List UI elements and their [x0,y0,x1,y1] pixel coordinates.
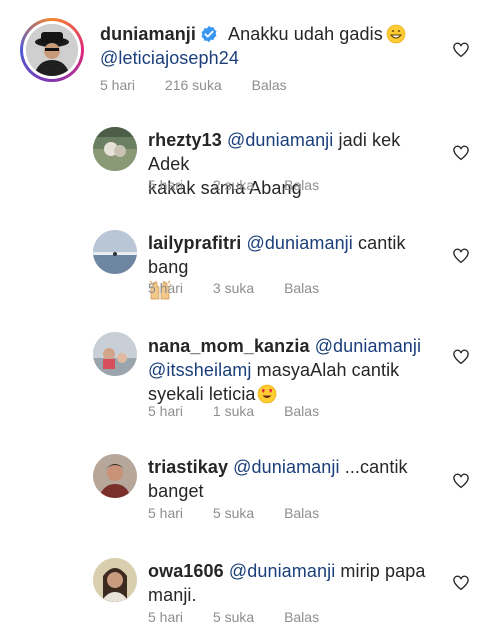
verified-badge-icon [200,25,218,43]
like-count[interactable]: 3 suka [213,280,254,296]
comment-text: nana_mom_kanzia @duniamanji @itssheilamj… [148,336,422,404]
reply-button[interactable]: Balas [284,403,319,419]
reply-comment: nana_mom_kanzia @duniamanji @itssheilamj… [0,326,498,450]
main-comment: duniamanji Anakku udah gadis @leticiajose… [0,0,498,120]
reply-comment: lailyprafitri @duniamanji cantik bang 5 … [0,223,498,326]
heart-outline-icon[interactable] [452,247,470,265]
comment-meta: 5 hari 2 suka Balas [148,176,345,194]
avatar[interactable] [93,454,137,498]
reply-comment: rhezty13 @duniamanji jadi kek Adek kakak… [0,120,498,223]
timestamp: 5 hari [148,403,184,419]
comment-text: owa1606 @duniamanji mirip papa manji. [148,561,426,605]
heart-outline-icon[interactable] [452,348,470,366]
heart-outline-icon[interactable] [452,41,470,59]
like-count[interactable]: 2 suka [213,177,254,193]
reply-button[interactable]: Balas [284,609,319,625]
reply-button[interactable]: Balas [252,77,287,93]
timestamp: 5 hari [148,177,184,193]
avatar[interactable] [93,127,137,171]
reply-button[interactable]: Balas [284,177,319,193]
grinning-face-icon [386,24,406,44]
like-count[interactable]: 216 suka [165,77,222,93]
avatar[interactable] [93,558,137,602]
avatar[interactable] [93,230,137,274]
reply-button[interactable]: Balas [284,505,319,521]
mention-link[interactable]: @duniamanji [227,130,333,150]
comment-meta: 5 hari 3 suka Balas [148,279,345,297]
like-count[interactable]: 5 suka [213,609,254,625]
reply-button[interactable]: Balas [284,280,319,296]
username[interactable]: rhezty13 [148,130,222,150]
heart-eyes-face-icon [257,384,277,404]
avatar[interactable] [26,24,78,76]
mention-link[interactable]: @duniamanji [315,336,421,356]
comment-meta: 5 hari 216 suka Balas [100,76,313,94]
username[interactable]: duniamanji [100,24,196,44]
heart-outline-icon[interactable] [452,574,470,592]
username[interactable]: lailyprafitri [148,233,241,253]
heart-outline-icon[interactable] [452,144,470,162]
like-count[interactable]: 5 suka [213,505,254,521]
reply-comment: owa1606 @duniamanji mirip papa manji. 5 … [0,554,498,640]
comment-thread: duniamanji Anakku udah gadis @leticiajose… [0,0,498,640]
comment-meta: 5 hari 5 suka Balas [148,504,345,522]
avatar[interactable] [93,332,137,376]
mention-link[interactable]: @leticiajoseph24 [100,48,239,68]
like-count[interactable]: 1 suka [213,403,254,419]
comment-text: duniamanji Anakku udah gadis @leticiajose… [100,22,440,70]
reply-comment: triastikay @duniamanji ...cantik banget … [0,450,498,554]
timestamp: 5 hari [148,609,184,625]
timestamp: 5 hari [148,280,184,296]
mention-link[interactable]: @duniamanji [246,233,352,253]
username[interactable]: nana_mom_kanzia [148,336,310,356]
timestamp: 5 hari [148,505,184,521]
mention-link[interactable]: @duniamanji [233,457,339,477]
username[interactable]: owa1606 [148,561,224,581]
timestamp: 5 hari [100,77,136,93]
comment-meta: 5 hari 5 suka Balas [148,608,345,626]
mention-link[interactable]: @itssheilamj [148,360,252,380]
comment-text: triastikay @duniamanji ...cantik banget [148,457,408,501]
heart-outline-icon[interactable] [452,472,470,490]
comment-meta: 5 hari 1 suka Balas [148,402,345,420]
username[interactable]: triastikay [148,457,228,477]
mention-link[interactable]: @duniamanji [229,561,335,581]
